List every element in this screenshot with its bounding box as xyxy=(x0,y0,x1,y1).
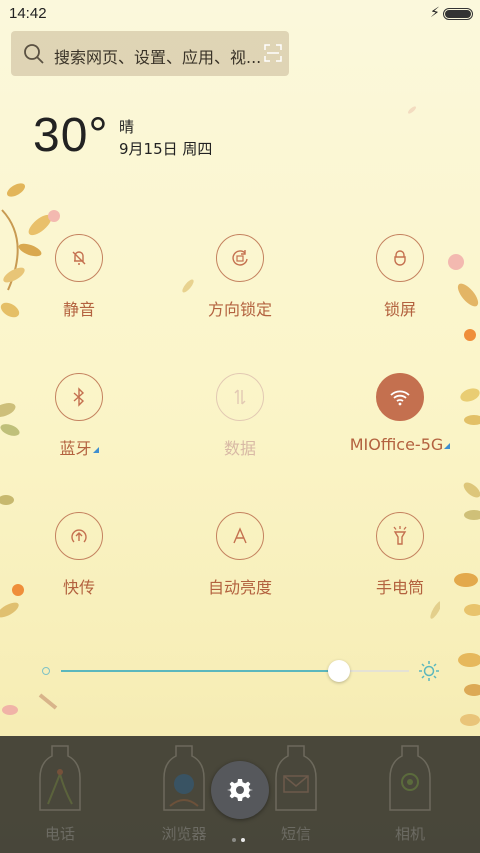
toggle-quick-transfer[interactable]: 快传 xyxy=(19,512,139,612)
status-time: 14:42 xyxy=(9,5,47,22)
page-dot xyxy=(232,838,236,842)
toggle-lock-screen[interactable]: 锁屏 xyxy=(340,234,460,334)
messages-app-icon xyxy=(275,745,317,811)
toggle-label: 静音 xyxy=(62,300,95,319)
dock-app-phone[interactable]: 电话 xyxy=(0,736,120,853)
app-name: 浏览器 xyxy=(161,825,207,843)
brightness-slider[interactable] xyxy=(40,655,440,687)
app-name: 相机 xyxy=(394,825,425,843)
search-placeholder: 搜索网页、设置、应用、视... xyxy=(54,48,262,67)
toggle-label: 方向锁定 xyxy=(207,300,272,319)
gear-icon xyxy=(227,779,253,801)
weather-temperature: 30° xyxy=(33,109,109,162)
toggle-wifi[interactable]: MIOffice-5G xyxy=(340,373,460,473)
scan-icon[interactable] xyxy=(264,44,282,62)
toggle-label-text: 蓝牙 xyxy=(59,439,92,458)
brightness-thumb[interactable] xyxy=(328,660,351,682)
search-bar[interactable]: 搜索网页、设置、应用、视... xyxy=(11,31,289,76)
toggle-rotation-lock[interactable]: 方向锁定 xyxy=(180,234,300,334)
dock-app-camera[interactable]: 相机 xyxy=(350,736,470,853)
expand-triangle-icon xyxy=(92,447,99,453)
toggle-auto-brightness[interactable]: 自动亮度 xyxy=(180,512,300,612)
toggle-bluetooth[interactable]: 蓝牙 xyxy=(19,373,139,473)
lock-icon xyxy=(376,234,424,282)
toggle-label: 自动亮度 xyxy=(207,578,272,597)
bolt-icon: ⚡ xyxy=(430,5,440,21)
page-indicator xyxy=(232,827,250,846)
toggle-data[interactable]: 数据 xyxy=(180,373,300,473)
weather-condition: 晴 xyxy=(119,118,135,136)
brightness-min-icon xyxy=(42,667,50,675)
search-icon xyxy=(24,44,44,64)
settings-button[interactable] xyxy=(211,761,269,819)
toggle-mute[interactable]: 静音 xyxy=(19,234,139,334)
weather-date: 9月15日 周四 xyxy=(119,140,213,158)
expand-triangle-icon xyxy=(444,443,451,449)
camera-app-icon xyxy=(389,745,431,811)
toggle-label-text: MIOffice-5G xyxy=(349,435,444,454)
bell-off-icon xyxy=(55,234,103,282)
toggle-label: MIOffice-5G xyxy=(340,435,460,454)
brightness-track[interactable] xyxy=(61,660,409,682)
rotation-lock-icon xyxy=(216,234,264,282)
app-name: 短信 xyxy=(280,825,311,843)
brightness-fill xyxy=(61,670,340,672)
bluetooth-icon xyxy=(55,373,103,421)
data-icon xyxy=(216,373,264,421)
brightness-max-icon xyxy=(419,661,439,681)
phone-app-icon xyxy=(39,745,81,811)
app-name: 电话 xyxy=(44,825,75,843)
auto-brightness-icon xyxy=(216,512,264,560)
wifi-icon xyxy=(376,373,424,421)
status-bar: 14:42 ⚡ xyxy=(0,0,480,28)
toggle-label: 锁屏 xyxy=(383,300,416,319)
browser-app-icon xyxy=(163,745,205,811)
battery-icon xyxy=(443,8,473,20)
toggle-label: 手电筒 xyxy=(375,578,424,597)
toggle-label: 快传 xyxy=(62,578,95,597)
toggle-flashlight[interactable]: 手电筒 xyxy=(340,512,460,612)
transfer-icon xyxy=(55,512,103,560)
toggle-label: 数据 xyxy=(223,439,256,458)
flashlight-icon xyxy=(376,512,424,560)
toggle-label: 蓝牙 xyxy=(19,435,139,459)
page-dot-active xyxy=(241,838,245,842)
